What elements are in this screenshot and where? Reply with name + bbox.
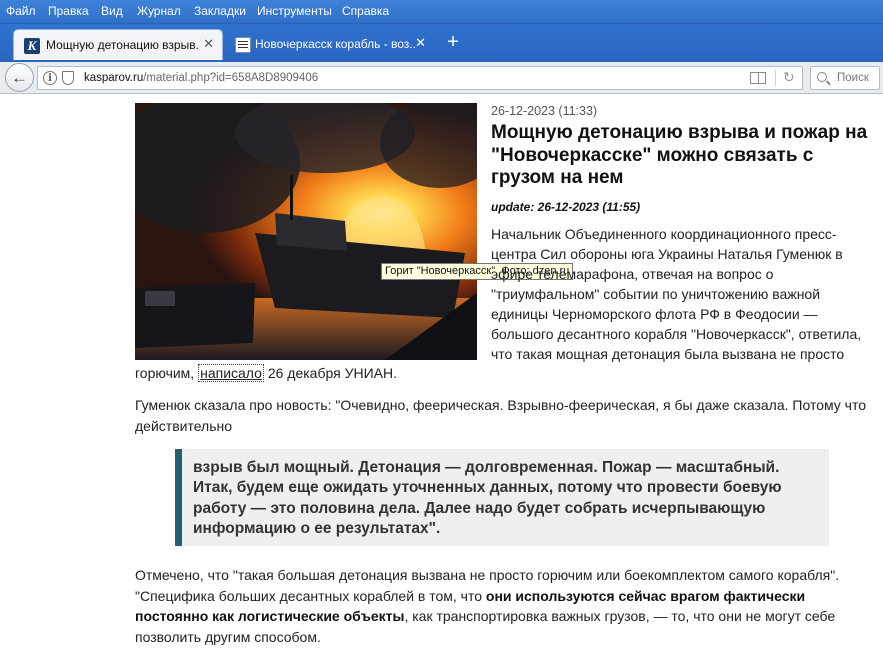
menu-tools[interactable]: Инструменты <box>257 4 332 18</box>
lead-line: единицы Черноморского флота РФ в Феодоси… <box>491 306 818 322</box>
lead-line: "триумфальном" событии по уничтожению ва… <box>491 286 821 302</box>
search-box[interactable]: Поиск <box>810 66 880 90</box>
paragraph-logistics: Отмечено, что "такая большая детонация в… <box>135 567 840 645</box>
document-favicon-icon <box>235 37 251 53</box>
search-icon <box>817 72 827 82</box>
article-date: 26-12-2023 (11:33) <box>491 104 598 118</box>
navigation-bar: ← i kasparov.ru/material.php?id=658A8D89… <box>0 62 883 94</box>
new-tab-button[interactable]: + <box>443 32 463 52</box>
tracking-shield-icon[interactable] <box>62 71 74 85</box>
kasparov-favicon-icon: K <box>24 38 40 54</box>
tab-kasparov-article[interactable]: K Мощную детонацию взрыв... ✕ <box>13 29 223 60</box>
menu-file[interactable]: Файл <box>6 4 36 18</box>
lead-line: большого десантного корабля "Новочеркасс… <box>491 326 862 342</box>
lead-line: эфире телемарафона, отвечая на вопрос о <box>491 266 774 282</box>
tab-novocherkassk-search[interactable]: Новочеркасск корабль - воз... ✕ <box>227 29 432 60</box>
info-icon[interactable]: i <box>43 71 57 85</box>
reload-icon[interactable]: ↻ <box>783 69 795 86</box>
lead-line: что такая мощная детонация была вызвана … <box>491 346 845 362</box>
back-button[interactable]: ← <box>5 63 34 92</box>
search-placeholder: Поиск <box>837 72 869 84</box>
lead-line: Начальник Объединенного координационного… <box>491 226 837 242</box>
close-tab-icon[interactable]: ✕ <box>415 35 426 51</box>
menu-bookmarks[interactable]: Закладки <box>194 4 246 18</box>
lead-ending: горючим, написало 26 декабря УНИАН. <box>135 364 397 382</box>
pull-quote: взрыв был мощный. Детонация — долговреме… <box>175 449 829 546</box>
menu-history[interactable]: Журнал <box>137 4 181 18</box>
menu-help[interactable]: Справка <box>342 4 389 18</box>
address-bar[interactable]: i kasparov.ru/material.php?id=658A8D8909… <box>37 66 803 90</box>
article-update: update: 26-12-2023 (11:55) <box>491 200 641 214</box>
quote-text: взрыв был мощный. Детонация — долговреме… <box>193 459 782 537</box>
burning-ship-image <box>135 103 477 360</box>
article-title: Мощную детонацию взрыва и пожар на "Ново… <box>491 122 868 188</box>
paragraph-quote-intro: Гуменюк сказала про новость: "Очевидно, … <box>135 397 866 434</box>
tab-title: Новочеркасск корабль - воз... <box>255 37 415 51</box>
tab-title: Мощную детонацию взрыв... <box>46 38 198 52</box>
article-photo[interactable] <box>135 103 477 360</box>
lead-line: центра Сил обороны юга Украины Наталья Г… <box>491 246 843 262</box>
url-separator <box>775 70 776 86</box>
menu-view[interactable]: Вид <box>101 4 123 18</box>
reader-view-icon[interactable] <box>750 72 766 84</box>
tab-strip: K Мощную детонацию взрыв... ✕ Новочеркас… <box>0 24 883 62</box>
close-tab-icon[interactable]: ✕ <box>203 36 214 52</box>
menu-bar: Файл Правка Вид Журнал Закладки Инструме… <box>0 0 883 24</box>
url-text[interactable]: kasparov.ru/material.php?id=658A8D890940… <box>84 72 318 84</box>
source-link-unian[interactable]: написало <box>198 364 264 382</box>
menu-edit[interactable]: Правка <box>48 4 89 18</box>
